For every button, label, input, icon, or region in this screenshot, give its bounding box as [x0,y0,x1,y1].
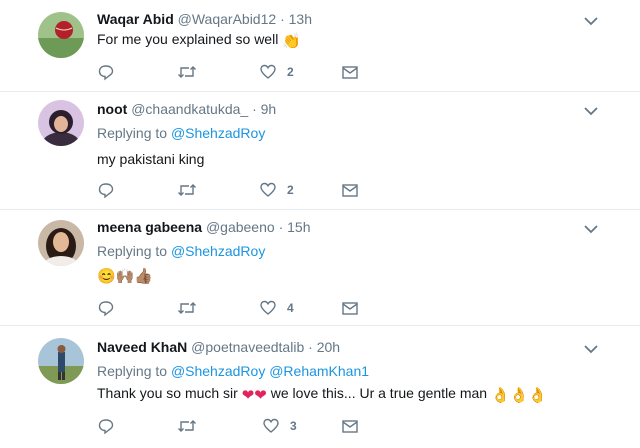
tweet-text: 😊🙌🏽👍🏽 [97,265,153,286]
heart-icon [260,300,276,315]
tweet[interactable]: Waqar Abid @WaqarAbid12 · 13h For me you… [0,0,640,92]
reply-button[interactable] [97,62,115,82]
replies-feed: Waqar Abid @WaqarAbid12 · 13h For me you… [0,0,640,448]
dm-button[interactable] [341,298,359,318]
retweet-icon [178,184,196,196]
ok-hand-emoji: 👌👌👌 [490,387,548,404]
heart-icon [263,418,279,433]
tweet-actions: 3 [97,416,377,436]
reply-icon [98,301,114,317]
avatar[interactable] [38,338,84,384]
replying-to: Replying to @ShehzadRoy [97,242,265,260]
reply-icon [98,183,114,199]
user-handle[interactable]: @gabeeno [206,219,275,235]
heart-icon [260,64,276,79]
retweet-button[interactable] [177,62,197,82]
retweet-icon [178,66,196,78]
retweet-icon [178,302,196,314]
like-count: 2 [287,65,294,79]
avatar[interactable] [38,220,84,266]
dm-button[interactable] [341,62,359,82]
heart-icon [260,182,276,197]
tweet-body: For me you explained so well [97,31,279,47]
tweet-header: noot @chaandkatukda_ · 9h [97,100,276,118]
like-button[interactable]: 2 [259,180,294,200]
like-button[interactable]: 3 [262,416,297,436]
replying-to: Replying to @ShehzadRoy @RehamKhan1 [97,362,369,380]
display-name[interactable]: Waqar Abid [97,11,174,27]
tweet-header: Waqar Abid @WaqarAbid12 · 13h [97,10,312,28]
emoji-sequence: 😊🙌🏽👍🏽 [97,268,154,285]
timestamp[interactable]: 20h [317,339,340,355]
mention-link[interactable]: @ShehzadRoy [171,243,265,259]
tweet-actions: 2 [97,62,377,82]
chevron-down-icon[interactable] [584,106,598,116]
clap-emoji: 👏 [282,33,301,50]
dm-button[interactable] [341,180,359,200]
replying-to: Replying to @ShehzadRoy [97,124,265,142]
chevron-down-icon[interactable] [584,16,598,26]
like-count: 2 [287,183,294,197]
mention-link[interactable]: @ShehzadRoy @RehamKhan1 [171,363,369,379]
avatar[interactable] [38,12,84,58]
envelope-icon [342,66,358,79]
user-handle[interactable]: @chaandkatukda_ [131,101,248,117]
timestamp[interactable]: 15h [287,219,310,235]
retweet-button[interactable] [177,298,197,318]
tweet[interactable]: noot @chaandkatukda_ · 9h Replying to @S… [0,92,640,210]
envelope-icon [342,302,358,315]
replying-label: Replying to [97,125,168,141]
display-name[interactable]: Naveed KhaN [97,339,187,355]
reply-button[interactable] [97,180,115,200]
timestamp[interactable]: 9h [261,101,277,117]
like-button[interactable]: 4 [259,298,294,318]
tweet[interactable]: Naveed KhaN @poetnaveedtalib · 20h Reply… [0,326,640,448]
separator-dot: · [278,219,284,235]
tweet-body-continued: we love this... Ur a true gentle man [270,385,488,401]
retweet-button[interactable] [177,180,197,200]
tweet-actions: 4 [97,298,377,318]
reply-icon [98,419,114,435]
envelope-icon [342,420,358,433]
retweet-button[interactable] [177,416,197,436]
tweet-actions: 2 [97,180,377,200]
chevron-down-icon[interactable] [584,224,598,234]
avatar[interactable] [38,100,84,146]
user-handle[interactable]: @poetnaveedtalib [191,339,304,355]
envelope-icon [342,184,358,197]
display-name[interactable]: meena gabeena [97,219,202,235]
tweet-text: Thank you so much sir ❤❤ we love this...… [97,384,547,405]
user-handle[interactable]: @WaqarAbid12 [178,11,277,27]
timestamp[interactable]: 13h [289,11,312,27]
retweet-icon [178,420,196,432]
tweet-text: my pakistani king [97,151,205,167]
tweet[interactable]: meena gabeena @gabeeno · 15h Replying to… [0,210,640,326]
reply-icon [98,65,114,81]
hearts-emoji: ❤❤ [241,387,267,404]
tweet-body: Thank you so much sir [97,385,238,401]
like-count: 3 [290,419,297,433]
like-button[interactable]: 2 [259,62,294,82]
replying-label: Replying to [97,243,168,259]
tweet-header: Naveed KhaN @poetnaveedtalib · 20h [97,338,340,356]
tweet-header: meena gabeena @gabeeno · 15h [97,218,310,236]
chevron-down-icon[interactable] [584,344,598,354]
separator-dot: · [280,11,285,27]
dm-button[interactable] [341,416,359,436]
mention-link[interactable]: @ShehzadRoy [171,125,265,141]
separator-dot: · [252,101,257,117]
tweet-text: For me you explained so well 👏 [97,30,301,51]
display-name[interactable]: noot [97,101,127,117]
reply-button[interactable] [97,416,115,436]
reply-button[interactable] [97,298,115,318]
replying-label: Replying to [97,363,168,379]
separator-dot: · [308,339,313,355]
like-count: 4 [287,301,294,315]
